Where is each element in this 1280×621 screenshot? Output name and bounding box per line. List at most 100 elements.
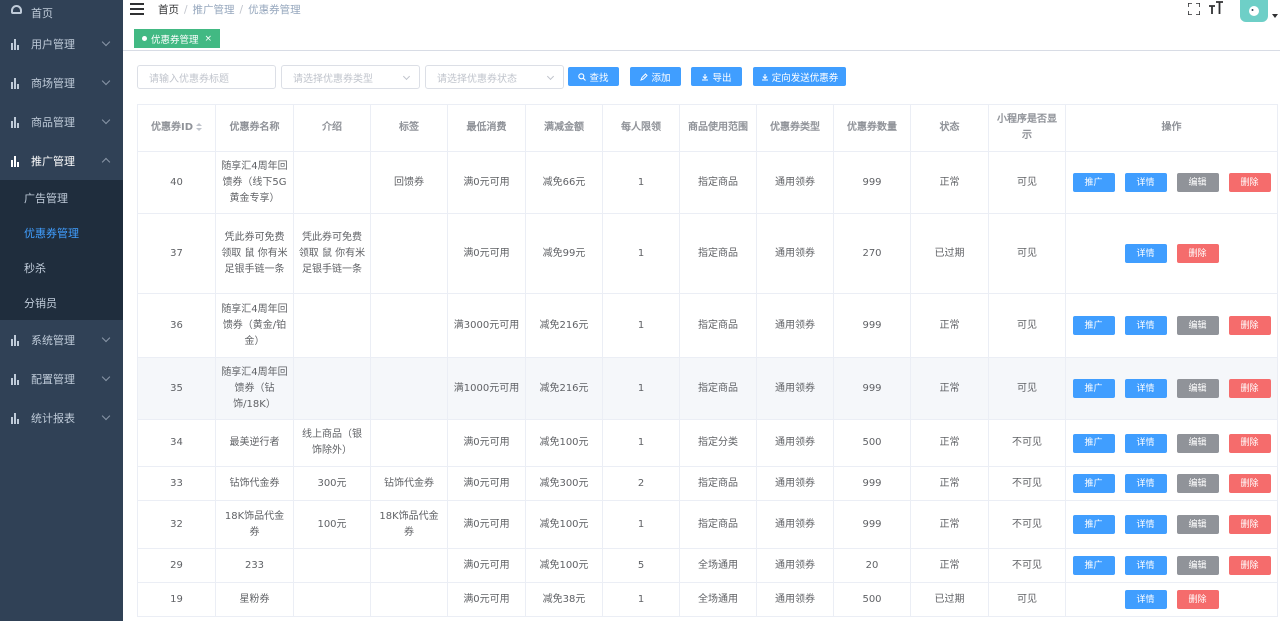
sidebar-item-promotion[interactable]: 推广管理 bbox=[0, 141, 123, 180]
cell-actions: 详情 删除 bbox=[1065, 213, 1278, 294]
col-header: 满减金额 bbox=[525, 104, 603, 152]
cell-show: 可见 bbox=[988, 357, 1066, 420]
cell-name: 233 bbox=[215, 548, 294, 583]
sidebar-subitem-distributors[interactable]: 分销员 bbox=[0, 285, 123, 320]
cell-id: 33 bbox=[137, 466, 216, 501]
breadcrumb-home[interactable]: 首页 bbox=[158, 4, 179, 16]
delete-button[interactable]: 删除 bbox=[1228, 515, 1271, 534]
promote-button[interactable]: 推广 bbox=[1072, 173, 1115, 192]
sidebar-subitem-flash-sale[interactable]: 秒杀 bbox=[0, 250, 123, 285]
delete-button[interactable]: 删除 bbox=[1228, 433, 1271, 453]
edit-button[interactable]: 编辑 bbox=[1176, 433, 1219, 453]
delete-button[interactable]: 删除 bbox=[1176, 244, 1219, 263]
sidebar-subitem-ads[interactable]: 广告管理 bbox=[0, 180, 123, 215]
col-header: 优惠券类型 bbox=[756, 104, 834, 152]
coupon-type-select[interactable]: 请选择优惠券类型 bbox=[281, 65, 420, 89]
dashboard-icon bbox=[11, 5, 22, 14]
promote-button[interactable]: 推广 bbox=[1072, 379, 1115, 398]
send-coupon-button[interactable]: 定向发送优惠券 bbox=[753, 67, 846, 86]
detail-button[interactable]: 详情 bbox=[1124, 433, 1167, 453]
cell-limit: 1 bbox=[602, 419, 680, 467]
cell-show: 不可见 bbox=[988, 548, 1066, 583]
sidebar-item-home[interactable]: 首页 bbox=[0, 0, 123, 24]
edit-button[interactable]: 编辑 bbox=[1176, 556, 1219, 575]
delete-button[interactable]: 删除 bbox=[1228, 474, 1271, 493]
coupon-status-select[interactable]: 请选择优惠券状态 bbox=[425, 65, 564, 89]
fullscreen-icon[interactable] bbox=[1187, 2, 1201, 16]
edit-button[interactable]: 编辑 bbox=[1176, 173, 1219, 192]
cell-actions: 推广 详情 编辑 删除 bbox=[1065, 357, 1278, 420]
delete-button[interactable]: 删除 bbox=[1228, 173, 1271, 192]
export-button[interactable]: 导出 bbox=[691, 67, 742, 86]
cell-type: 通用领券 bbox=[756, 500, 834, 549]
sidebar-subitem-coupons[interactable]: 优惠券管理 bbox=[0, 215, 123, 250]
sidebar-item-label: 系统管理 bbox=[31, 333, 75, 347]
table-row: 33 钻饰代金券 300元 钻饰代金券 满0元可用 减免300元 2 指定商品 通用领券 999 正… bbox=[137, 466, 1278, 501]
cell-type: 通用领券 bbox=[756, 582, 834, 617]
sidebar-item-system[interactable]: 系统管理 bbox=[0, 320, 123, 359]
sidebar-item-goods[interactable]: 商品管理 bbox=[0, 102, 123, 141]
title-search-input[interactable]: 请输入优惠券标题 bbox=[137, 65, 276, 89]
delete-button[interactable]: 删除 bbox=[1228, 316, 1271, 335]
cell-id: 37 bbox=[137, 213, 216, 294]
search-icon bbox=[578, 72, 587, 81]
cell-status: 正常 bbox=[910, 293, 989, 358]
edit-button[interactable]: 编辑 bbox=[1176, 316, 1219, 335]
chevron-down-icon bbox=[402, 72, 411, 81]
detail-button[interactable]: 详情 bbox=[1124, 173, 1167, 192]
edit-button[interactable]: 编辑 bbox=[1176, 515, 1219, 534]
cell-tag bbox=[370, 582, 448, 617]
promote-button[interactable]: 推广 bbox=[1072, 515, 1115, 534]
cell-id: 35 bbox=[137, 357, 216, 420]
cell-tag bbox=[370, 293, 448, 358]
col-header: 操作 bbox=[1065, 104, 1278, 152]
download-icon bbox=[702, 73, 709, 80]
add-button[interactable]: 添加 bbox=[630, 67, 681, 86]
edit-button[interactable]: 编辑 bbox=[1176, 474, 1219, 493]
cell-intro bbox=[293, 293, 371, 358]
sidebar-item-users[interactable]: 用户管理 bbox=[0, 24, 123, 63]
cell-status: 正常 bbox=[910, 151, 989, 214]
delete-button[interactable]: 删除 bbox=[1228, 379, 1271, 398]
detail-button[interactable]: 详情 bbox=[1124, 316, 1167, 335]
cell-actions: 推广 详情 编辑 删除 bbox=[1065, 548, 1278, 583]
delete-button[interactable]: 删除 bbox=[1228, 556, 1271, 575]
sidebar-item-config[interactable]: 配置管理 bbox=[0, 359, 123, 398]
chevron-up-icon bbox=[101, 157, 111, 167]
sidebar: 首页 用户管理 商场管理 商品管理 推广管理 广告管理 优惠券管理 秒杀 分销员… bbox=[0, 0, 123, 621]
detail-button[interactable]: 详情 bbox=[1124, 515, 1167, 534]
sort-icon[interactable] bbox=[196, 123, 203, 131]
sidebar-item-mall[interactable]: 商场管理 bbox=[0, 63, 123, 102]
promote-button[interactable]: 推广 bbox=[1072, 316, 1115, 335]
detail-button[interactable]: 详情 bbox=[1124, 590, 1167, 609]
cell-min: 满0元可用 bbox=[447, 582, 526, 617]
chevron-down-icon bbox=[101, 76, 111, 86]
col-header-id[interactable]: 优惠券ID bbox=[137, 104, 216, 152]
cell-qty: 999 bbox=[833, 500, 911, 549]
caret-down-icon[interactable] bbox=[1272, 14, 1278, 18]
detail-button[interactable]: 详情 bbox=[1124, 379, 1167, 398]
font-size-icon[interactable] bbox=[1208, 0, 1224, 20]
bar-chart-icon bbox=[11, 155, 23, 167]
detail-button[interactable]: 详情 bbox=[1124, 556, 1167, 575]
cell-id: 34 bbox=[137, 419, 216, 467]
delete-button[interactable]: 删除 bbox=[1176, 590, 1219, 609]
sidebar-item-reports[interactable]: 统计报表 bbox=[0, 398, 123, 437]
table-row: 36 随享汇4周年回馈券（黄金/铂金） 满3000元可用 减免216元 1 指定商品 通用领… bbox=[137, 293, 1278, 358]
promote-button[interactable]: 推广 bbox=[1072, 433, 1115, 453]
hamburger-icon[interactable] bbox=[130, 3, 144, 15]
edit-button[interactable]: 编辑 bbox=[1176, 379, 1219, 398]
cell-tag bbox=[370, 548, 448, 583]
promote-button[interactable]: 推广 bbox=[1072, 556, 1115, 575]
chevron-down-icon bbox=[546, 72, 555, 81]
table-row: 29 233 满0元可用 减免100元 5 全场通用 通用领券 20 正常 不可见 推广 详情 编辑 删除 bbox=[137, 548, 1278, 583]
avatar[interactable] bbox=[1240, 0, 1268, 22]
detail-button[interactable]: 详情 bbox=[1124, 474, 1167, 493]
promote-button[interactable]: 推广 bbox=[1072, 474, 1115, 493]
detail-button[interactable]: 详情 bbox=[1124, 244, 1167, 263]
cell-scope: 指定商品 bbox=[679, 466, 757, 501]
close-icon[interactable]: × bbox=[205, 34, 213, 44]
tag-coupons[interactable]: 优惠券管理 × bbox=[134, 29, 221, 48]
search-button[interactable]: 查找 bbox=[568, 67, 619, 86]
sidebar-item-label: 商场管理 bbox=[31, 76, 75, 90]
